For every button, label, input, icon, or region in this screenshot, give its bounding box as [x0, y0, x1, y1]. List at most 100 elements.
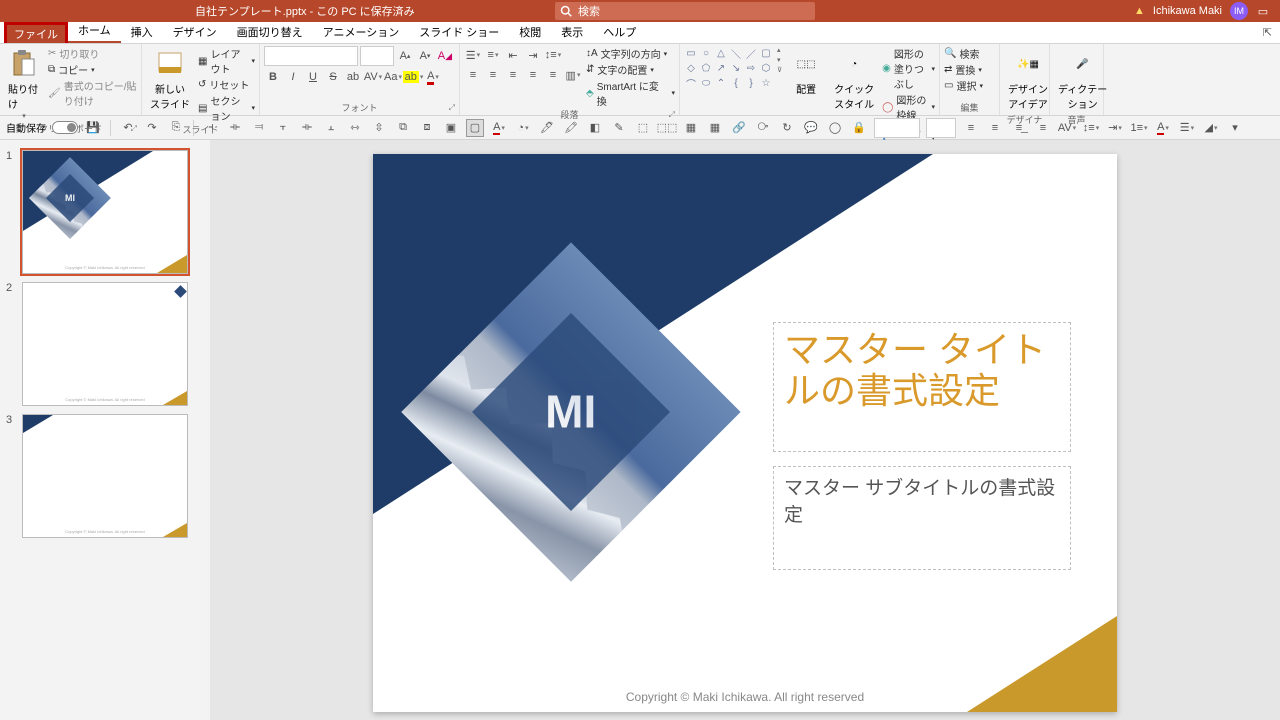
italic-button[interactable]: I: [284, 68, 302, 86]
indent-qat[interactable]: ⇥: [1106, 119, 1124, 137]
justify-button[interactable]: ≡: [524, 66, 542, 84]
strike-button[interactable]: S: [324, 68, 342, 86]
change-case-button[interactable]: Aa: [384, 68, 402, 86]
font-family-combo[interactable]: [264, 46, 358, 66]
tab-transitions[interactable]: 画面切り替え: [227, 21, 313, 43]
comment-qat[interactable]: 💬: [802, 119, 820, 137]
circle-qat[interactable]: ◯: [826, 119, 844, 137]
slide-editor[interactable]: MI マスター タイトルの書式設定 マスター サブタイトルの書式設定 Copyr…: [373, 154, 1117, 712]
user-avatar[interactable]: IM: [1230, 2, 1248, 20]
font-color-qat[interactable]: A: [490, 119, 508, 137]
qat-b1[interactable]: ⬚: [634, 119, 652, 137]
group-qat[interactable]: ⧉: [394, 119, 412, 137]
layout-button[interactable]: ▦レイアウト▾: [198, 46, 255, 76]
shapes-gallery[interactable]: ▭○△＼／▢ ◇⬠↗↘⇨⬡ ⌒⬭⌃{}☆: [684, 46, 773, 90]
align-text-button[interactable]: ⇵文字の配置▾: [586, 62, 675, 77]
table-qat[interactable]: ▦: [682, 119, 700, 137]
combo-qat-1[interactable]: [874, 118, 920, 138]
ribbon-display-icon[interactable]: ▭: [1256, 4, 1270, 18]
align-center-button[interactable]: ≡: [484, 66, 502, 84]
table2-qat[interactable]: ▦: [706, 119, 724, 137]
smartart-button[interactable]: ⬘SmartArt に変換▾: [586, 78, 675, 108]
launcher-icon[interactable]: ⤢: [449, 103, 455, 113]
distribute-v-qat[interactable]: ⇳: [370, 119, 388, 137]
increase-font-button[interactable]: A▴: [396, 47, 414, 65]
distribute-button[interactable]: ≡: [544, 66, 562, 84]
shadow-button[interactable]: ab: [344, 68, 362, 86]
reset-button[interactable]: ↺リセット: [198, 77, 255, 92]
tab-slideshow[interactable]: スライド ショー: [409, 21, 509, 43]
font-size-combo[interactable]: [360, 46, 394, 66]
launcher-icon[interactable]: ⤢: [669, 110, 675, 120]
char-spacing-button[interactable]: AV: [364, 68, 382, 86]
line-spacing-button[interactable]: ↕≡: [544, 46, 562, 64]
clear-format-button[interactable]: A◢: [436, 47, 454, 65]
launcher-icon[interactable]: ⤢: [131, 124, 137, 134]
underline-button[interactable]: U: [304, 68, 322, 86]
new-slide-button[interactable]: 新しい スライド: [146, 46, 194, 113]
decrease-font-button[interactable]: A▾: [416, 47, 434, 65]
fill-qat[interactable]: ◔: [514, 119, 532, 137]
color-qat[interactable]: A: [1154, 119, 1172, 137]
font-color-button[interactable]: A: [424, 68, 442, 86]
columns-button[interactable]: ▥: [564, 66, 582, 84]
bring-front-qat[interactable]: ▣: [442, 119, 460, 137]
tab-home[interactable]: ホーム: [68, 19, 121, 43]
share-icon[interactable]: ⇱: [1263, 26, 1272, 39]
search-box[interactable]: 検索: [555, 2, 815, 20]
align-top-qat[interactable]: ⫟: [274, 119, 292, 137]
tab-file[interactable]: ファイル: [4, 22, 68, 43]
slide-thumbnail-3[interactable]: Copyright © Maki Ichikawa. All right res…: [22, 414, 188, 538]
pen-qat[interactable]: 🖊: [538, 119, 556, 137]
num-qat[interactable]: 1≡: [1130, 119, 1148, 137]
link2-qat[interactable]: ⧂: [754, 119, 772, 137]
ink-qat[interactable]: ✎: [610, 119, 628, 137]
design-ideas-button[interactable]: ✨▦デザイン アイデア: [1004, 46, 1052, 113]
distribute-h-qat[interactable]: ⇿: [346, 119, 364, 137]
align-right-button[interactable]: ≡: [504, 66, 522, 84]
highlighter-qat[interactable]: 🖍: [562, 119, 580, 137]
align-middle-qat[interactable]: ⟛: [298, 119, 316, 137]
tab-view[interactable]: 表示: [551, 21, 593, 43]
send-back-qat[interactable]: ▢: [466, 119, 484, 137]
title-placeholder[interactable]: マスター タイトルの書式設定: [773, 322, 1071, 452]
autosave-toggle[interactable]: [52, 121, 78, 134]
combo-qat-2[interactable]: [926, 118, 956, 138]
highlight-button[interactable]: ab: [404, 68, 422, 86]
subtitle-placeholder[interactable]: マスター サブタイトルの書式設定: [773, 466, 1071, 570]
link-qat[interactable]: 🔗: [730, 119, 748, 137]
tab-help[interactable]: ヘルプ: [593, 21, 646, 43]
copy-button[interactable]: ⧉コピー▾: [48, 62, 137, 77]
al2-qat[interactable]: ≡: [986, 119, 1004, 137]
tab-insert[interactable]: 挿入: [121, 21, 163, 43]
text-direction-button[interactable]: ↕A文字列の方向▾: [586, 46, 675, 61]
slide-canvas[interactable]: MI マスター タイトルの書式設定 マスター サブタイトルの書式設定 Copyr…: [210, 140, 1280, 720]
quick-styles-button[interactable]: ◔クイック スタイル: [830, 46, 878, 113]
refresh-qat[interactable]: ↻: [778, 119, 796, 137]
eraser-qat[interactable]: ◧: [586, 119, 604, 137]
qat-b2[interactable]: ⬚⬚: [658, 119, 676, 137]
decrease-indent-button[interactable]: ⇤: [504, 46, 522, 64]
tab-review[interactable]: 校閲: [509, 21, 551, 43]
style-qat[interactable]: ◢: [1202, 119, 1220, 137]
find-button[interactable]: 🔍検索: [944, 46, 983, 61]
numbering-button[interactable]: ≡: [484, 46, 502, 64]
al1-qat[interactable]: ≡: [962, 119, 980, 137]
bold-button[interactable]: B: [264, 68, 282, 86]
tab-design[interactable]: デザイン: [163, 21, 227, 43]
align-left-button[interactable]: ≡: [464, 66, 482, 84]
slide-thumbnail-1[interactable]: MI Copyright © Maki Ichikawa. All right …: [22, 150, 188, 274]
select-button[interactable]: ▭選択▾: [944, 78, 983, 93]
slide-thumbnail-2[interactable]: Copyright © Maki Ichikawa. All right res…: [22, 282, 188, 406]
ungroup-qat[interactable]: ⧈: [418, 119, 436, 137]
lock-qat[interactable]: 🔒: [850, 119, 868, 137]
user-name[interactable]: Ichikawa Maki: [1153, 5, 1222, 17]
shape-fill-button[interactable]: ◉図形の塗りつぶし▾: [882, 46, 935, 91]
more-qat[interactable]: ☰: [1178, 119, 1196, 137]
paste-button[interactable]: 貼り付け ▾: [4, 46, 44, 122]
align-bottom-qat[interactable]: ⫠: [322, 119, 340, 137]
overflow-qat[interactable]: ▾: [1226, 119, 1244, 137]
tab-animations[interactable]: アニメーション: [313, 21, 410, 43]
increase-indent-button[interactable]: ⇥: [524, 46, 542, 64]
bullets-button[interactable]: ☰: [464, 46, 482, 64]
